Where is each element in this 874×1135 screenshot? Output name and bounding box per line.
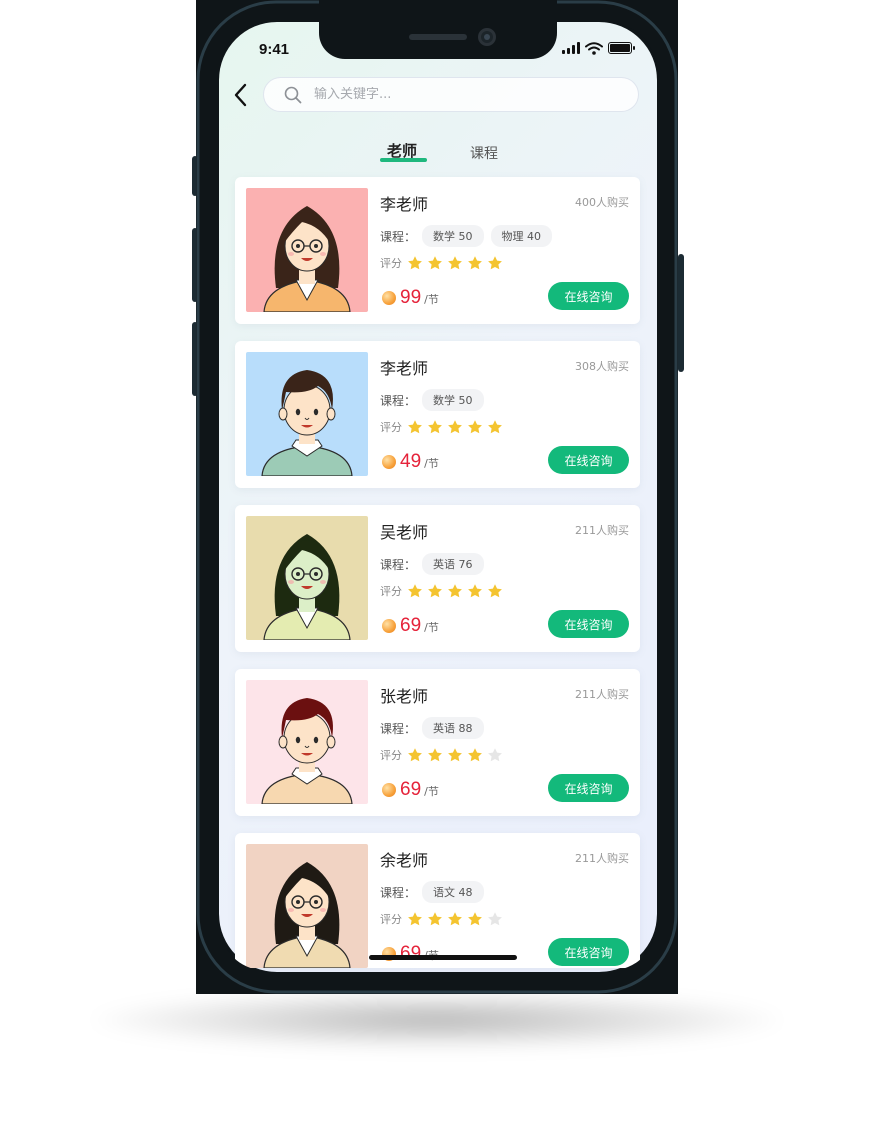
earpiece-speaker	[409, 34, 467, 40]
front-camera	[478, 28, 496, 46]
wifi-icon	[585, 41, 603, 55]
home-indicator	[369, 955, 517, 960]
screen-mask	[196, 0, 678, 994]
status-icons	[562, 40, 635, 56]
side-button-power	[678, 254, 684, 372]
battery-icon	[608, 42, 635, 54]
notch	[319, 0, 557, 59]
device-shadow	[90, 990, 784, 1050]
status-time: 9:41	[259, 41, 290, 58]
signal-icon	[562, 42, 580, 54]
